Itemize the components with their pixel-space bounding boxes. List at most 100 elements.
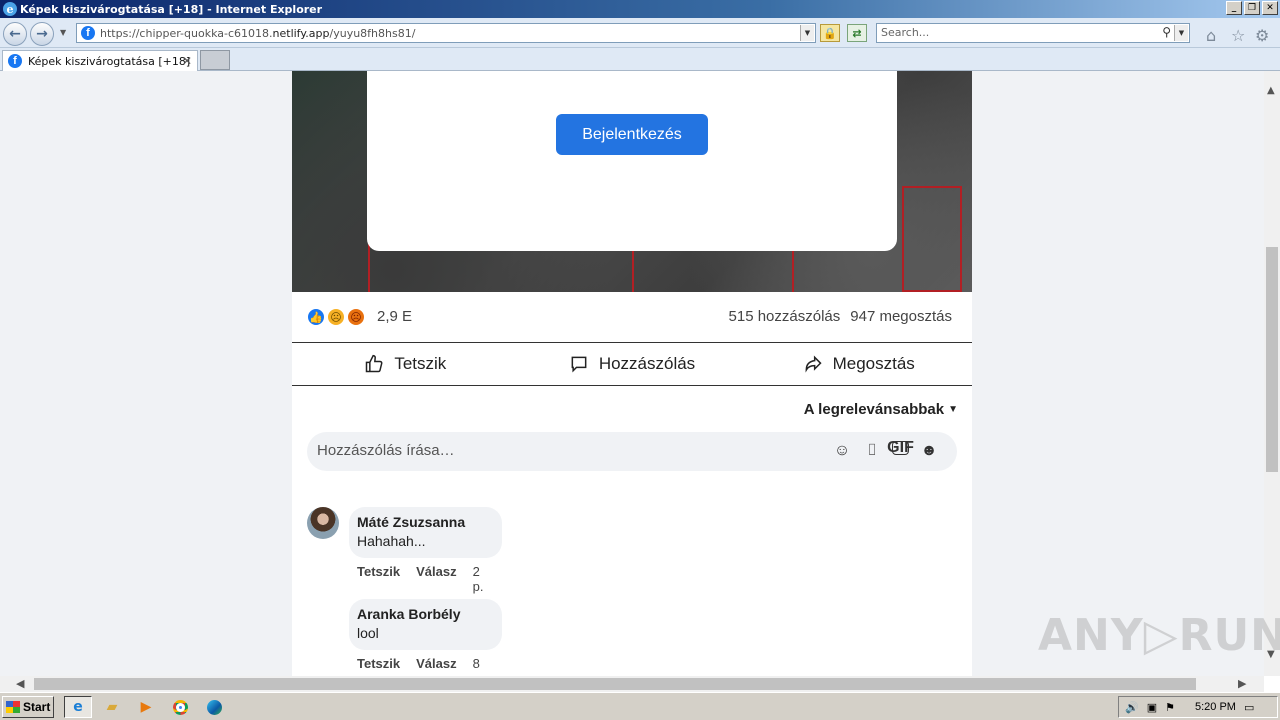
comment-placeholder: Hozzászólás írása… xyxy=(317,442,455,459)
anyrun-watermark: ANY▷RUN xyxy=(1038,610,1280,661)
taskbar-media-player-icon[interactable]: ▶ xyxy=(132,696,160,718)
login-overlay-card: Bejelentkezés xyxy=(367,71,897,251)
taskbar: Start e ▰ ▶ 🔊 ▣ ⚑ 5:20 PM ▭ xyxy=(0,692,1280,720)
lock-icon[interactable]: 🔒 xyxy=(820,24,840,42)
clock[interactable]: 5:20 PM xyxy=(1195,701,1236,713)
comment-input[interactable]: Hozzászólás írása… ☺ ⌷ GIF ☻ xyxy=(307,432,957,471)
thumbs-up-icon xyxy=(366,354,383,373)
caret-down-icon: ▼ xyxy=(948,404,958,415)
comment-time[interactable]: 8 p. xyxy=(473,656,484,676)
comment-button[interactable]: Hozzászólás xyxy=(519,343,746,385)
share-button[interactable]: Megosztás xyxy=(745,343,972,385)
taskbar-chrome-icon[interactable] xyxy=(166,696,194,718)
comment-author[interactable]: Aranka Borbély xyxy=(357,606,494,622)
show-desktop-icon[interactable]: ▭ xyxy=(1244,701,1254,714)
new-tab-button[interactable] xyxy=(200,50,230,70)
url-domain: netlify.app xyxy=(272,26,330,40)
system-tray: 🔊 ▣ ⚑ 5:20 PM ▭ xyxy=(1118,696,1278,718)
comment-time[interactable]: 2 p. xyxy=(473,564,484,594)
start-label: Start xyxy=(23,700,51,714)
gif-icon[interactable]: GIF xyxy=(887,439,914,456)
emoji-icon[interactable]: ☺ xyxy=(832,441,852,461)
settings-gear-icon[interactable]: ⚙ xyxy=(1255,26,1269,45)
internet-explorer-icon: e xyxy=(3,2,17,16)
tab-label: Képek kiszivárogtatása [+18] xyxy=(28,54,191,68)
history-dropdown-icon[interactable]: ▼ xyxy=(60,28,66,37)
favorites-star-icon[interactable]: ☆ xyxy=(1231,26,1245,45)
reaction-count[interactable]: 2,9 E xyxy=(377,308,412,325)
window-titlebar: e Képek kiszivárogtatása [+18] - Interne… xyxy=(0,0,1280,18)
window-title: Képek kiszivárogtatása [+18] - Internet … xyxy=(20,2,323,16)
vertical-scrollbar[interactable]: ▲ ▼ xyxy=(1264,71,1280,676)
vertical-scroll-thumb[interactable] xyxy=(1266,247,1278,472)
comment-bubble-icon xyxy=(571,356,587,373)
comment-bubble: Aranka Borbély lool xyxy=(349,599,502,650)
address-bar[interactable]: f https://chipper-quokka-c61018. netlify… xyxy=(76,23,816,43)
like-reaction-icon[interactable]: 👍 xyxy=(306,307,326,327)
refresh-icon[interactable]: ⇄ xyxy=(847,24,867,42)
sad-reaction-icon[interactable]: ☹ xyxy=(326,307,346,327)
forward-button[interactable]: → xyxy=(30,22,54,46)
sort-label: A legrelevánsabbak xyxy=(803,401,945,418)
camera-icon[interactable]: ⌷ xyxy=(862,441,882,461)
windows-logo-icon xyxy=(6,701,20,713)
url-path: /yuyu8fh8hs81/ xyxy=(329,26,416,40)
horizontal-scroll-thumb[interactable] xyxy=(34,678,1196,690)
search-dropdown-icon[interactable]: ▼ xyxy=(1174,25,1188,41)
network-icon[interactable]: ▣ xyxy=(1147,701,1157,714)
scroll-up-icon[interactable]: ▲ xyxy=(1267,85,1275,96)
taskbar-internet-explorer-icon[interactable]: e xyxy=(64,696,92,718)
comment-label: Hozzászólás xyxy=(598,354,696,373)
avatar[interactable] xyxy=(307,507,339,539)
comments-count[interactable]: 515 hozzászólás xyxy=(729,308,841,325)
comment-text: Hahahah... xyxy=(357,533,426,549)
facebook-post: Bejelentkezés 👍 ☹ ☹ 2,9 E 515 hozzászólá… xyxy=(292,71,972,676)
comment-reply-link[interactable]: Válasz xyxy=(416,564,456,594)
search-box[interactable]: Search... ⚲ ▼ xyxy=(876,23,1190,43)
volume-icon[interactable]: 🔊 xyxy=(1125,701,1139,714)
search-icon[interactable]: ⚲ xyxy=(1162,25,1171,39)
scroll-left-icon[interactable]: ◀ xyxy=(16,677,24,690)
post-stats: 👍 ☹ ☹ 2,9 E 515 hozzászólás 947 megosztá… xyxy=(292,292,972,342)
taskbar-edge-icon[interactable] xyxy=(200,696,228,718)
like-label: Tetszik xyxy=(394,354,447,373)
comment-reply-link[interactable]: Válasz xyxy=(416,656,456,676)
share-arrow-icon xyxy=(805,355,822,373)
close-window-button[interactable]: ✕ xyxy=(1262,1,1278,15)
start-button[interactable]: Start xyxy=(2,696,54,718)
minimize-button[interactable]: _ xyxy=(1226,1,1242,15)
navigation-bar: ← → ▼ f https://chipper-quokka-c61018. n… xyxy=(0,18,1280,48)
sticker-icon[interactable]: ☻ xyxy=(919,441,939,461)
search-placeholder: Search... xyxy=(881,26,930,39)
shares-count[interactable]: 947 megosztás xyxy=(850,308,952,325)
restore-button[interactable]: ❐ xyxy=(1244,1,1260,15)
comment-text: lool xyxy=(357,625,379,641)
like-button[interactable]: Tetszik xyxy=(292,343,519,385)
address-dropdown-icon[interactable]: ▼ xyxy=(800,25,814,41)
tab-bar: f Képek kiszivárogtatása [+18] ✕ xyxy=(0,48,1280,71)
post-actions: Tetszik Hozzászólás Megosztás xyxy=(292,342,972,386)
comment-meta: Tetszik Válasz 8 p. xyxy=(357,656,483,676)
comment-like-link[interactable]: Tetszik xyxy=(357,564,400,594)
share-label: Megosztás xyxy=(832,354,915,373)
facebook-favicon-icon: f xyxy=(8,54,22,68)
angry-reaction-icon[interactable]: ☹ xyxy=(346,307,366,327)
back-button[interactable]: ← xyxy=(3,22,27,46)
login-button[interactable]: Bejelentkezés xyxy=(556,114,708,155)
comment-bubble: Máté Zsuzsanna Hahahah... xyxy=(349,507,502,558)
facebook-favicon-icon: f xyxy=(81,26,95,40)
page-viewport: Bejelentkezés 👍 ☹ ☹ 2,9 E 515 hozzászólá… xyxy=(0,71,1264,676)
tab-active[interactable]: f Képek kiszivárogtatása [+18] ✕ xyxy=(2,50,198,71)
comment-meta: Tetszik Válasz 2 p. xyxy=(357,564,483,594)
url-prefix: https://chipper-quokka-c61018. xyxy=(100,26,273,40)
horizontal-scrollbar[interactable]: ◀ ▶ xyxy=(0,676,1264,692)
action-center-flag-icon[interactable]: ⚑ xyxy=(1165,701,1175,714)
comment-like-link[interactable]: Tetszik xyxy=(357,656,400,676)
window-controls: _ ❐ ✕ xyxy=(1226,1,1278,15)
scroll-right-icon[interactable]: ▶ xyxy=(1238,677,1246,690)
close-tab-icon[interactable]: ✕ xyxy=(182,54,192,68)
comment-author[interactable]: Máté Zsuzsanna xyxy=(357,514,494,530)
taskbar-file-explorer-icon[interactable]: ▰ xyxy=(98,696,126,718)
comment-sort-dropdown[interactable]: A legrelevánsabbak ▼ xyxy=(804,401,958,418)
home-icon[interactable]: ⌂ xyxy=(1206,26,1216,45)
